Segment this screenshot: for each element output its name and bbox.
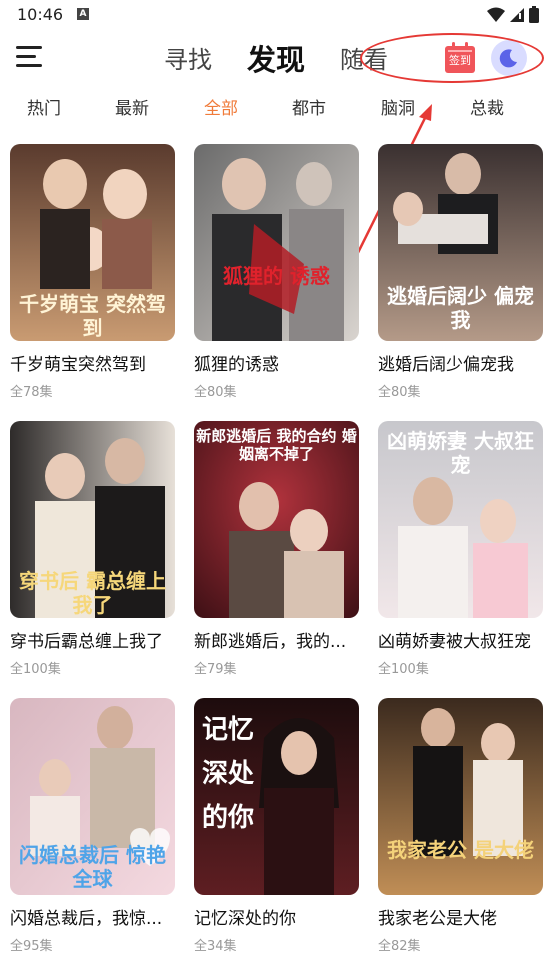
drama-title: 狐狸的诱惑 [194,355,279,375]
poster-title: 记忆 深处 的你 [202,715,255,833]
drama-episodes: 全82集 [378,939,421,954]
drama-poster[interactable]: 凶萌娇妻 大叔狂宠 [378,421,543,618]
drama-episodes: 全34集 [194,939,237,954]
status-icons [487,6,539,23]
drama-card[interactable]: 逃婚后阔少 偏宠我 逃婚后阔少偏宠我 全80集 [378,144,544,400]
drama-title: 我家老公是大佬 [378,909,497,929]
drama-episodes: 全78集 [10,385,53,400]
signal-icon [510,7,524,22]
drama-poster[interactable]: 狐狸的 诱惑 [194,144,359,341]
drama-title: 穿书后霸总缠上我了 [10,632,163,652]
drama-poster[interactable]: 逃婚后阔少 偏宠我 [378,144,543,341]
notification-icon: A [77,8,89,20]
drama-card[interactable]: 新郎逃婚后 我的合约 婚姻离不掉了 新郎逃婚后，我的... 全79集 [194,421,360,677]
drama-title: 闪婚总裁后，我惊... [10,909,163,929]
annotation-ellipse [360,33,544,83]
poster-title: 狐狸的 诱惑 [223,264,330,288]
poster-title: 穿书后 霸总缠上我了 [19,569,166,617]
drama-episodes: 全80集 [378,385,421,400]
drama-card[interactable]: 我家老公 是大佬 我家老公是大佬 全82集 [378,698,544,954]
drama-card[interactable]: 狐狸的 诱惑 狐狸的诱惑 全80集 [194,144,360,400]
drama-card[interactable]: 千岁萌宝 突然驾到 千岁萌宝突然驾到 全78集 [10,144,176,400]
drama-card[interactable]: 凶萌娇妻 大叔狂宠 凶萌娇妻被大叔狂宠 全100集 [378,421,544,677]
poster-title: 千岁萌宝 突然驾到 [19,292,166,340]
drama-poster[interactable]: 穿书后 霸总缠上我了 [10,421,175,618]
category-fantasy[interactable]: 脑洞 [358,94,438,119]
drama-poster[interactable]: 千岁萌宝 突然驾到 [10,144,175,341]
drama-title: 凶萌娇妻被大叔狂宠 [378,632,531,652]
drama-poster[interactable]: 新郎逃婚后 我的合约 婚姻离不掉了 [194,421,359,618]
poster-title: 逃婚后阔少 偏宠我 [387,284,534,332]
battery-icon [529,6,539,23]
status-time: 10:46 [17,5,64,24]
tab-discover[interactable]: 发现 [247,37,305,79]
drama-episodes: 全79集 [194,662,237,677]
wifi-icon [487,7,505,22]
drama-episodes: 全95集 [10,939,53,954]
drama-card[interactable]: 闪婚总裁后 惊艳全球 闪婚总裁后，我惊... 全95集 [10,698,176,954]
category-all[interactable]: 全部 [181,94,261,119]
drama-poster[interactable]: 闪婚总裁后 惊艳全球 [10,698,175,895]
menu-icon[interactable] [16,44,44,70]
drama-card[interactable]: 记忆 深处 的你 记忆深处的你 全34集 [194,698,360,954]
drama-poster[interactable]: 记忆 深处 的你 [194,698,359,895]
poster-title: 凶萌娇妻 大叔狂宠 [387,429,534,477]
poster-title: 闪婚总裁后 惊艳全球 [19,843,166,891]
poster-title: 我家老公 是大佬 [387,838,534,862]
drama-title: 新郎逃婚后，我的... [194,632,347,652]
drama-episodes: 全100集 [10,662,61,677]
drama-episodes: 全100集 [378,662,429,677]
status-bar: 10:46 A [0,0,553,30]
poster-title: 新郎逃婚后 我的合约 婚姻离不掉了 [196,427,357,463]
tab-find[interactable]: 寻找 [164,40,212,75]
category-hot[interactable]: 热门 [4,94,84,119]
drama-title: 记忆深处的你 [194,909,296,929]
category-latest[interactable]: 最新 [92,94,172,119]
category-bar: 热门 最新 全部 都市 脑洞 总裁 [0,92,553,120]
drama-episodes: 全80集 [194,385,237,400]
drama-card[interactable]: 穿书后 霸总缠上我了 穿书后霸总缠上我了 全100集 [10,421,176,677]
drama-title: 千岁萌宝突然驾到 [10,355,146,375]
drama-title: 逃婚后阔少偏宠我 [378,355,514,375]
category-ceo[interactable]: 总裁 [447,94,527,119]
category-urban[interactable]: 都市 [269,94,349,119]
drama-poster[interactable]: 我家老公 是大佬 [378,698,543,895]
